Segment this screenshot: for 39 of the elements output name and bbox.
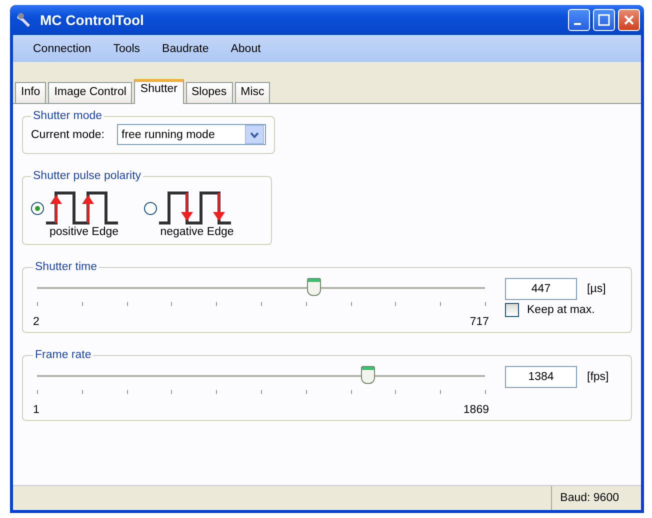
group-title: Shutter pulse polarity [32,170,142,182]
field-label: Current mode: [31,128,105,140]
tab[interactable]: Image Control [48,82,132,103]
maximize-button[interactable] [593,9,615,31]
radio-button[interactable] [144,202,157,214]
group-title: Frame rate [34,349,92,361]
radio-button[interactable] [31,202,44,214]
menu-item[interactable]: Baudrate [162,42,209,54]
mode-dropdown[interactable]: free running mode [116,124,266,145]
tab[interactable]: Info [15,82,46,103]
minimize-icon [574,23,580,25]
max-label: 1869 [463,404,489,416]
menu-item[interactable]: About [230,42,261,54]
status-text: Baud: 9600 [551,486,641,510]
unit-label: [µs] [587,283,606,295]
tab[interactable]: Shutter [134,79,184,104]
value-field[interactable]: 447 [505,278,577,300]
maximize-icon [598,14,610,26]
min-label: 1 [33,404,40,416]
min-label: 2 [33,316,40,328]
slider-thumb[interactable] [306,278,321,296]
window-title: MC ControlTool [40,12,144,28]
unit-label: [fps] [587,371,609,383]
close-button[interactable] [618,9,640,31]
menu-item[interactable]: Tools [113,42,140,54]
value-field[interactable]: 1384 [505,366,577,388]
close-icon [623,14,635,26]
tab[interactable]: Misc [234,82,270,103]
minimize-button[interactable] [568,9,590,31]
max-label: 717 [470,316,489,328]
option-label: positive Edge [49,226,119,238]
menu-item[interactable]: Connection [33,42,92,54]
tab[interactable]: Slopes [186,82,233,103]
checkbox-label: Keep at max. [527,304,595,316]
option-label: negative Edge [160,226,234,238]
slider-thumb[interactable] [360,366,375,384]
checkbox[interactable] [505,303,519,317]
group-title: Shutter mode [32,110,104,122]
group-title: Shutter time [34,261,98,273]
